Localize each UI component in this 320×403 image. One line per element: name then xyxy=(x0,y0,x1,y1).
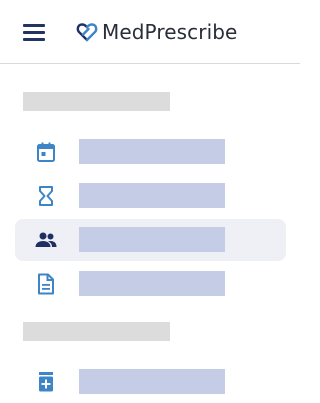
nav-item-calendar[interactable] xyxy=(15,131,286,173)
hourglass-icon xyxy=(34,184,58,208)
menu-button[interactable] xyxy=(18,18,50,46)
nav-item-label xyxy=(79,369,225,394)
brand-logo[interactable]: MedPrescribe xyxy=(76,19,237,45)
app-page: MedPrescribe xyxy=(0,0,300,403)
section-label-2 xyxy=(23,322,170,341)
document-icon xyxy=(34,272,58,296)
nav-item-hourglass[interactable] xyxy=(15,175,286,217)
nav-item-label xyxy=(79,183,225,208)
people-icon xyxy=(34,228,58,252)
calendar-icon xyxy=(34,140,58,164)
nav-item-people[interactable] xyxy=(15,219,286,261)
heart-link-logo-icon xyxy=(76,21,98,43)
app-name: MedPrescribe xyxy=(102,20,238,44)
nav-item-medicine[interactable] xyxy=(15,361,286,403)
nav-item-label xyxy=(79,271,225,296)
hamburger-menu-icon-bar xyxy=(23,38,45,41)
nav-item-document[interactable] xyxy=(15,263,286,305)
hamburger-menu-icon xyxy=(23,24,45,27)
nav-item-label xyxy=(79,227,225,252)
medicine-bottle-icon xyxy=(34,370,58,394)
hamburger-menu-icon-bar xyxy=(23,31,45,34)
section-label-1 xyxy=(23,92,170,111)
nav-item-label xyxy=(79,139,225,164)
top-header: MedPrescribe xyxy=(0,0,300,64)
